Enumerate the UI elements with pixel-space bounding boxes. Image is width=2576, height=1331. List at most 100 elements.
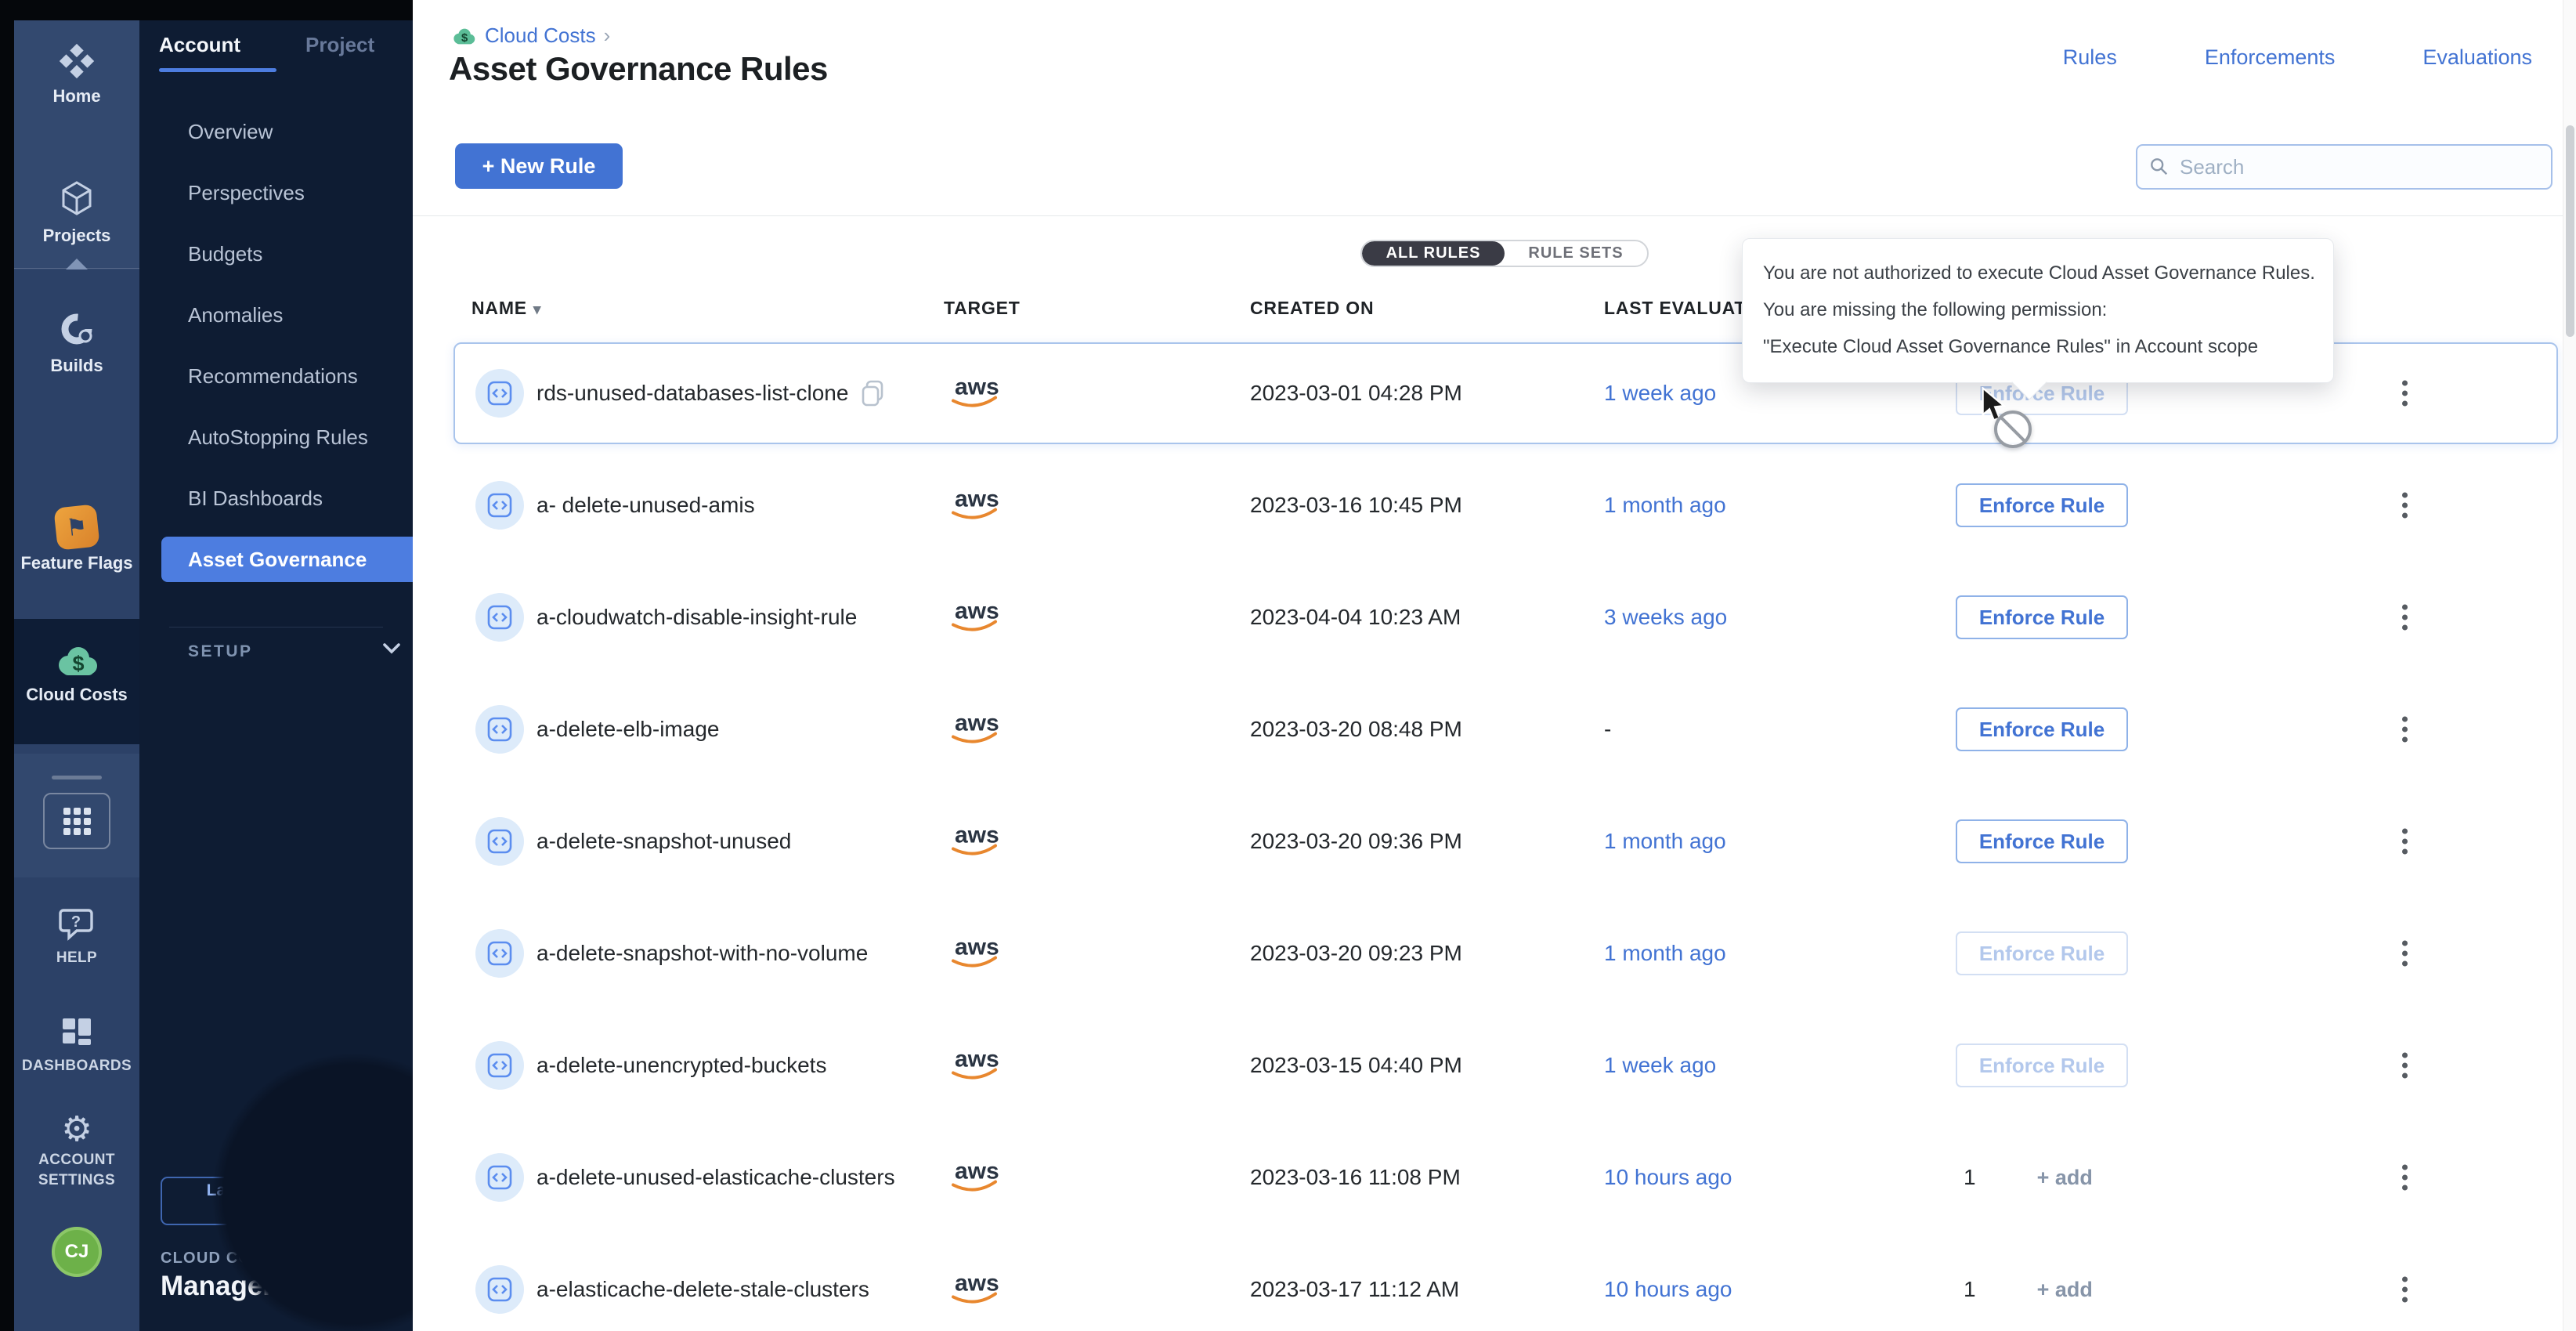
- column-name[interactable]: NAME▾: [471, 298, 541, 319]
- table-row[interactable]: a-delete-elb-image aws 2023-03-20 08:48 …: [453, 678, 2558, 780]
- add-enforcement-link[interactable]: + add: [2037, 1278, 2093, 1302]
- row-menu-button[interactable]: [2394, 597, 2415, 638]
- svg-text:$: $: [72, 652, 84, 675]
- last-evaluation-link[interactable]: 1 month ago: [1604, 493, 1726, 518]
- enforce-rule-button[interactable]: Enforce Rule: [1956, 707, 2128, 751]
- module-selector-button[interactable]: [43, 793, 110, 849]
- enforce-rule-button[interactable]: Enforce Rule: [1956, 931, 2128, 975]
- rail-item-help[interactable]: ? HELP: [14, 906, 139, 968]
- enforce-rule-button[interactable]: Enforce Rule: [1956, 819, 2128, 863]
- table-row[interactable]: a-delete-snapshot-unused aws 2023-03-20 …: [453, 790, 2558, 892]
- row-menu-button[interactable]: [2394, 709, 2415, 750]
- tab-account[interactable]: Account: [159, 33, 240, 56]
- projects-icon: [55, 177, 99, 221]
- last-evaluation-link[interactable]: 1 week ago: [1604, 1053, 1716, 1078]
- svg-text:aws: aws: [955, 935, 999, 960]
- enforcements-cell: Enforce Rule: [1956, 595, 2144, 639]
- add-enforcement-link[interactable]: + add: [2037, 1166, 2093, 1190]
- breadcrumb: $ Cloud Costs ›: [450, 24, 610, 48]
- last-evaluation-link[interactable]: 10 hours ago: [1604, 1277, 1732, 1302]
- nav-item-overview[interactable]: Overview: [139, 101, 413, 162]
- rail-item-cloud-costs[interactable]: $ Cloud Costs: [14, 641, 139, 705]
- svg-text:aws: aws: [955, 486, 999, 512]
- aws-logo: aws: [944, 597, 1003, 638]
- last-evaluation-link[interactable]: 1 month ago: [1604, 941, 1726, 966]
- last-evaluation-link[interactable]: 3 weeks ago: [1604, 605, 1727, 630]
- enforce-rule-button[interactable]: Enforce Rule: [1956, 595, 2128, 639]
- nav-item-bi-dashboards[interactable]: BI Dashboards: [139, 468, 413, 529]
- link-rules[interactable]: Rules: [2063, 45, 2117, 70]
- rule-icon: [475, 817, 524, 866]
- rail-item-builds[interactable]: Builds: [14, 307, 139, 376]
- search-input[interactable]: [2180, 155, 2538, 179]
- nav-item-recommendations[interactable]: Recommendations: [139, 345, 413, 407]
- row-menu-button[interactable]: [2394, 1157, 2415, 1199]
- table-row[interactable]: a-elasticache-delete-stale-clusters aws …: [453, 1239, 2558, 1331]
- tab-all-rules[interactable]: ALL RULES: [1362, 241, 1505, 266]
- scrollbar-thumb[interactable]: [2566, 125, 2574, 337]
- rail-item-account-settings[interactable]: ⚙ ACCOUNT SETTINGS: [14, 1111, 139, 1191]
- nav-item-anomalies[interactable]: Anomalies: [139, 284, 413, 345]
- tab-rule-sets[interactable]: RULE SETS: [1505, 241, 1647, 266]
- help-chat-icon: ?: [56, 906, 97, 943]
- created-on: 2023-03-20 09:23 PM: [1250, 941, 1462, 966]
- enforce-rule-button[interactable]: Enforce Rule: [1956, 1043, 2128, 1087]
- chevron-down-icon: [381, 641, 403, 661]
- rule-name: a-elasticache-delete-stale-clusters: [537, 1277, 869, 1302]
- active-tab-underline: [159, 68, 276, 72]
- row-menu-button[interactable]: [2394, 1269, 2415, 1311]
- nav-item-autostopping-rules[interactable]: AutoStopping Rules: [139, 407, 413, 468]
- new-rule-button[interactable]: + New Rule: [455, 143, 623, 189]
- last-evaluation-link[interactable]: 1 month ago: [1604, 829, 1726, 854]
- enforce-rule-button[interactable]: Enforce Rule: [1956, 483, 2128, 527]
- window-edge-top: [0, 0, 413, 20]
- collapse-up-icon[interactable]: [66, 259, 88, 269]
- copy-icon[interactable]: [861, 380, 884, 407]
- table-row[interactable]: a-delete-snapshot-with-no-volume aws 202…: [453, 902, 2558, 1004]
- nav-item-budgets[interactable]: Budgets: [139, 223, 413, 284]
- row-menu-button[interactable]: [2394, 373, 2415, 414]
- nav-divider: [169, 627, 383, 628]
- scrollbar[interactable]: [2563, 0, 2576, 1331]
- last-evaluation-link[interactable]: 10 hours ago: [1604, 1165, 1732, 1190]
- aws-logo: aws: [944, 933, 1003, 975]
- avatar[interactable]: CJ: [52, 1227, 102, 1277]
- row-menu-button[interactable]: [2394, 933, 2415, 975]
- launch-ccm-first-gen-button[interactable]: Launch CCM First Generation: [161, 1177, 393, 1225]
- last-evaluation-link[interactable]: 1 week ago: [1604, 381, 1716, 406]
- rail-item-profile[interactable]: CJ: [14, 1227, 139, 1277]
- rail-item-dashboards[interactable]: DASHBOARDS: [14, 1012, 139, 1076]
- row-menu-button[interactable]: [2394, 821, 2415, 863]
- rule-icon: [475, 1265, 524, 1314]
- table-row[interactable]: a-delete-unused-elasticache-clusters aws…: [453, 1127, 2558, 1228]
- tab-project[interactable]: Project: [305, 33, 374, 57]
- rail-item-projects[interactable]: Projects: [14, 177, 139, 246]
- created-on: 2023-04-04 10:23 AM: [1250, 605, 1461, 630]
- table-row[interactable]: a-delete-unencrypted-buckets aws 2023-03…: [453, 1015, 2558, 1116]
- last-evaluation-link[interactable]: -: [1604, 717, 1611, 742]
- rule-name: a- delete-unused-amis: [537, 493, 755, 518]
- nav-item-setup[interactable]: SETUP: [188, 642, 384, 661]
- link-enforcements[interactable]: Enforcements: [2205, 45, 2336, 70]
- rule-icon: [475, 705, 524, 754]
- rule-icon: [475, 1041, 524, 1090]
- setup-label: SETUP: [188, 642, 253, 660]
- created-on: 2023-03-01 04:28 PM: [1250, 381, 1462, 406]
- tooltip-line: You are not authorized to execute Cloud …: [1763, 255, 2313, 291]
- rule-name: a-delete-unused-elasticache-clusters: [537, 1165, 895, 1190]
- svg-text:aws: aws: [955, 711, 999, 736]
- table-row[interactable]: a-cloudwatch-disable-insight-rule aws 20…: [453, 566, 2558, 668]
- rail-item-home[interactable]: Home: [14, 41, 139, 107]
- breadcrumb-cloud-costs[interactable]: Cloud Costs: [485, 24, 596, 48]
- search-box: [2136, 144, 2553, 190]
- rail-item-feature-flags[interactable]: ⚑ Feature Flags: [14, 506, 139, 573]
- link-evaluations[interactable]: Evaluations: [2422, 45, 2532, 70]
- module-name: Management: [161, 1271, 328, 1302]
- nav-item-perspectives[interactable]: Perspectives: [139, 162, 413, 223]
- table-row[interactable]: a- delete-unused-amis aws 2023-03-16 10:…: [453, 454, 2558, 556]
- home-icon: [56, 41, 98, 81]
- rule-name: a-delete-snapshot-with-no-volume: [537, 941, 868, 966]
- row-menu-button[interactable]: [2394, 485, 2415, 526]
- nav-item-asset-governance[interactable]: Asset Governance: [161, 537, 413, 582]
- row-menu-button[interactable]: [2394, 1045, 2415, 1087]
